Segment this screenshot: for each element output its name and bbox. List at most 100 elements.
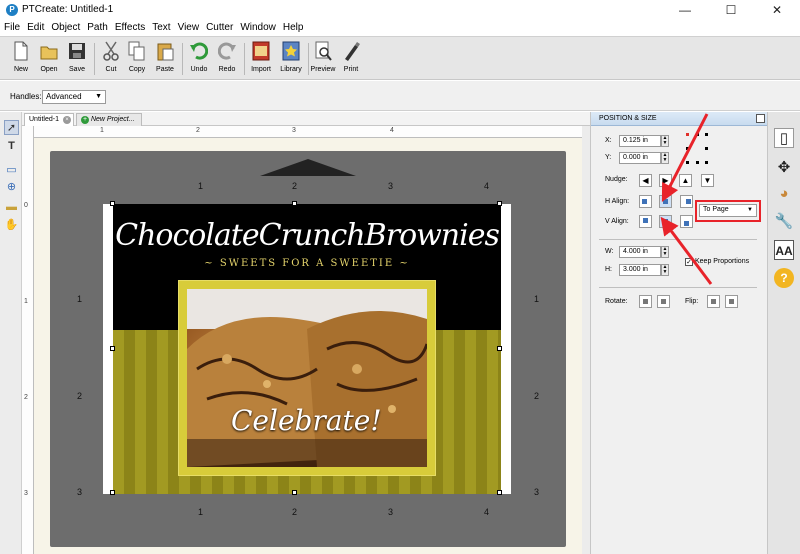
import-icon xyxy=(252,41,270,61)
ruler-label: 2 xyxy=(196,127,200,134)
rotate-label: Rotate: xyxy=(605,298,628,305)
h-label: H: xyxy=(605,266,612,273)
hand-tool-icon[interactable]: ✋ xyxy=(4,218,19,233)
mat-number: 3 xyxy=(77,487,83,497)
halign-label: H Align: xyxy=(605,198,630,205)
menu-window[interactable]: Window xyxy=(236,20,279,35)
design-headline: ChocolateCrunchBrownies xyxy=(115,218,500,253)
library-button[interactable]: Library xyxy=(276,39,306,79)
mat-number: 1 xyxy=(77,294,83,304)
position-size-panel: POSITION & SIZE X: 0.125 in ▲ ▼ Y: 0.000 … xyxy=(590,112,768,554)
resize-handle[interactable] xyxy=(110,346,115,351)
toolbar: New Open Save Cut Copy Paste Undo Redo I… xyxy=(0,36,800,80)
menu-edit[interactable]: Edit xyxy=(23,20,47,35)
design-tagline: ~ SWEETS FOR A SWEETIE ~ xyxy=(204,258,410,269)
save-button[interactable]: Save xyxy=(62,39,92,79)
close-button[interactable]: ✕ xyxy=(754,0,800,20)
mat-number: 4 xyxy=(484,181,490,191)
resize-handle[interactable] xyxy=(497,201,502,206)
ruler-label: 0 xyxy=(24,202,28,209)
print-label: Print xyxy=(343,66,359,73)
valign-label: V Align: xyxy=(605,218,629,225)
menu-path[interactable]: Path xyxy=(83,20,111,35)
tab-untitled-1[interactable]: Untitled-1 × xyxy=(24,113,74,126)
vertical-scrollbar[interactable] xyxy=(582,126,590,554)
x-label: X: xyxy=(605,137,612,144)
text-style-icon[interactable]: AA xyxy=(774,240,794,260)
preview-button[interactable]: Preview xyxy=(308,39,338,79)
document-icon[interactable]: ▯ xyxy=(774,128,794,148)
open-button[interactable]: Open xyxy=(34,39,64,79)
resize-handle[interactable] xyxy=(497,346,502,351)
mat-number: 3 xyxy=(388,507,394,517)
tab-new-project[interactable]: + New Project... xyxy=(76,113,142,126)
brownie-image xyxy=(187,289,427,467)
brownie-design[interactable]: ChocolateCrunchBrownies ~ SWEETS FOR A S… xyxy=(113,204,501,494)
mat-number: 1 xyxy=(198,507,204,517)
ruler-tool-icon[interactable]: ▬ xyxy=(4,200,19,215)
cut-icon xyxy=(103,41,119,61)
window-title: PTCreate: Untitled-1 xyxy=(22,4,114,15)
close-tab-icon[interactable]: × xyxy=(63,116,71,124)
shape-tool-icon[interactable]: ▭ xyxy=(4,163,19,178)
new-button[interactable]: New xyxy=(6,39,36,79)
left-toolbox: ➚ T ▭ ⊕ ▬ ✋ xyxy=(0,112,22,554)
minimize-button[interactable]: — xyxy=(662,0,708,20)
ruler-label: 4 xyxy=(390,127,394,134)
help-icon[interactable]: ? xyxy=(774,268,794,288)
design-overlay-text: Celebrate! xyxy=(231,404,382,437)
resize-handle[interactable] xyxy=(110,201,115,206)
right-tool-column: ▯ ✥ ◕ 🔧 AA ? xyxy=(767,112,800,554)
document-tabs: Untitled-1 × + New Project... xyxy=(22,112,590,126)
select-tool-icon[interactable]: ➚ xyxy=(4,120,19,135)
menu-effects[interactable]: Effects xyxy=(111,20,148,35)
left-ruler: 0 1 2 3 xyxy=(22,126,34,554)
resize-handle[interactable] xyxy=(497,490,502,495)
ruler-label: 2 xyxy=(24,394,28,401)
wrench-icon[interactable]: 🔧 xyxy=(774,212,794,232)
save-icon xyxy=(69,43,85,59)
handles-value: Advanced xyxy=(46,92,82,101)
ruler-label: 3 xyxy=(24,490,28,497)
mat-number: 4 xyxy=(484,507,490,517)
copy-button[interactable]: Copy xyxy=(122,39,152,79)
preview-icon xyxy=(315,41,332,61)
brownie-photo xyxy=(187,289,427,467)
handles-dropdown[interactable]: Advanced ▼ xyxy=(42,90,106,104)
new-icon xyxy=(14,41,28,61)
open-icon xyxy=(40,46,58,60)
resize-handle[interactable] xyxy=(292,490,297,495)
mat-number: 3 xyxy=(534,487,540,497)
tab-label: Untitled-1 xyxy=(29,116,59,123)
paste-button[interactable]: Paste xyxy=(150,39,180,79)
text-tool-icon[interactable]: T xyxy=(4,139,19,154)
copy-icon xyxy=(128,41,145,61)
maximize-button[interactable]: ☐ xyxy=(708,0,754,20)
mat-number: 2 xyxy=(77,391,83,401)
top-ruler: 1 2 3 4 xyxy=(22,126,582,138)
menu-help[interactable]: Help xyxy=(279,20,307,35)
menu-view[interactable]: View xyxy=(174,20,203,35)
undo-button[interactable]: Undo xyxy=(184,39,214,79)
resize-handle[interactable] xyxy=(292,201,297,206)
move-icon[interactable]: ✥ xyxy=(774,158,794,178)
mat-number: 2 xyxy=(292,507,298,517)
app-icon: P xyxy=(6,4,18,16)
import-button[interactable]: Import xyxy=(246,39,276,79)
palette-icon[interactable]: ◕ xyxy=(774,184,794,204)
plus-icon: + xyxy=(81,116,89,124)
y-label: Y: xyxy=(605,154,612,161)
ruler-label: 1 xyxy=(100,127,104,134)
menu-object[interactable]: Object xyxy=(47,20,83,35)
resize-handle[interactable] xyxy=(110,490,115,495)
menu-text[interactable]: Text xyxy=(148,20,173,35)
mat-number: 2 xyxy=(534,391,540,401)
print-button[interactable]: Print xyxy=(336,39,366,79)
zoom-tool-icon[interactable]: ⊕ xyxy=(4,180,19,195)
menu-file[interactable]: File xyxy=(0,20,23,35)
w-label: W: xyxy=(605,248,614,255)
library-icon xyxy=(282,41,300,61)
nudge-label: Nudge: xyxy=(605,176,628,183)
menu-cutter[interactable]: Cutter xyxy=(202,20,236,35)
redo-button[interactable]: Redo xyxy=(212,39,242,79)
